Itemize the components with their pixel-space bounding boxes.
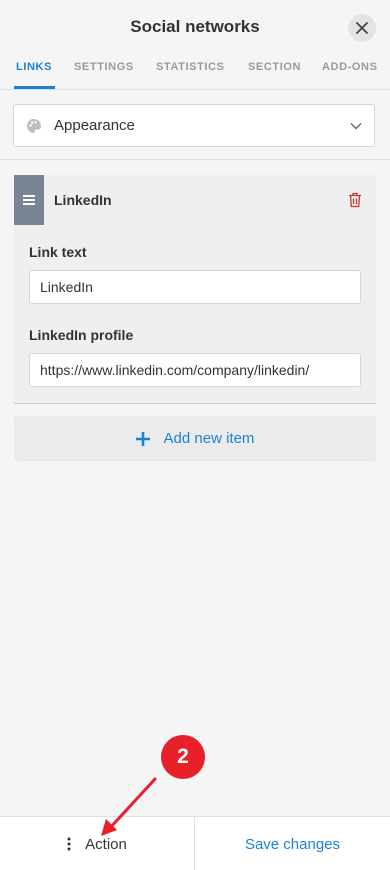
annotation-arrow-icon xyxy=(101,777,157,836)
social-item-card: LinkedIn Link text LinkedIn profile xyxy=(14,175,376,404)
tab-settings[interactable]: SETTINGS xyxy=(74,61,134,73)
menu-icon xyxy=(23,195,35,205)
close-button[interactable] xyxy=(348,14,376,42)
chevron-down-icon xyxy=(350,123,362,130)
more-vertical-icon xyxy=(67,837,71,851)
tab-links[interactable]: LINKS xyxy=(16,61,52,73)
close-icon xyxy=(356,22,368,34)
add-new-item-button[interactable]: Add new item xyxy=(14,416,376,461)
tab-section[interactable]: SECTION xyxy=(248,61,301,73)
palette-icon xyxy=(27,118,41,133)
item-title: LinkedIn xyxy=(54,192,112,208)
appearance-dropdown[interactable]: Appearance xyxy=(13,104,375,147)
active-tab-indicator xyxy=(14,86,55,89)
plus-icon xyxy=(135,431,150,446)
panel-title: Social networks xyxy=(130,17,260,36)
footer-bar: Action Save changes xyxy=(0,816,390,870)
drag-handle[interactable] xyxy=(14,175,44,225)
link-text-input[interactable] xyxy=(29,270,361,304)
tab-bar: LINKS SETTINGS STATISTICS SECTION ADD-ON… xyxy=(0,58,390,90)
tab-add-ons[interactable]: ADD-ONS xyxy=(322,61,378,73)
profile-url-input[interactable] xyxy=(29,353,361,387)
appearance-label: Appearance xyxy=(54,117,135,134)
add-new-item-label: Add new item xyxy=(163,430,255,447)
save-changes-button[interactable]: Save changes xyxy=(195,817,390,870)
trash-icon[interactable] xyxy=(348,192,362,208)
link-text-label: Link text xyxy=(29,244,87,260)
panel-header: Social networks LINKS SETTINGS STATISTIC… xyxy=(0,0,390,90)
profile-url-label: LinkedIn profile xyxy=(29,327,134,343)
section-divider xyxy=(0,159,390,160)
step-badge: 2 xyxy=(161,735,205,779)
tab-statistics[interactable]: STATISTICS xyxy=(156,61,225,73)
